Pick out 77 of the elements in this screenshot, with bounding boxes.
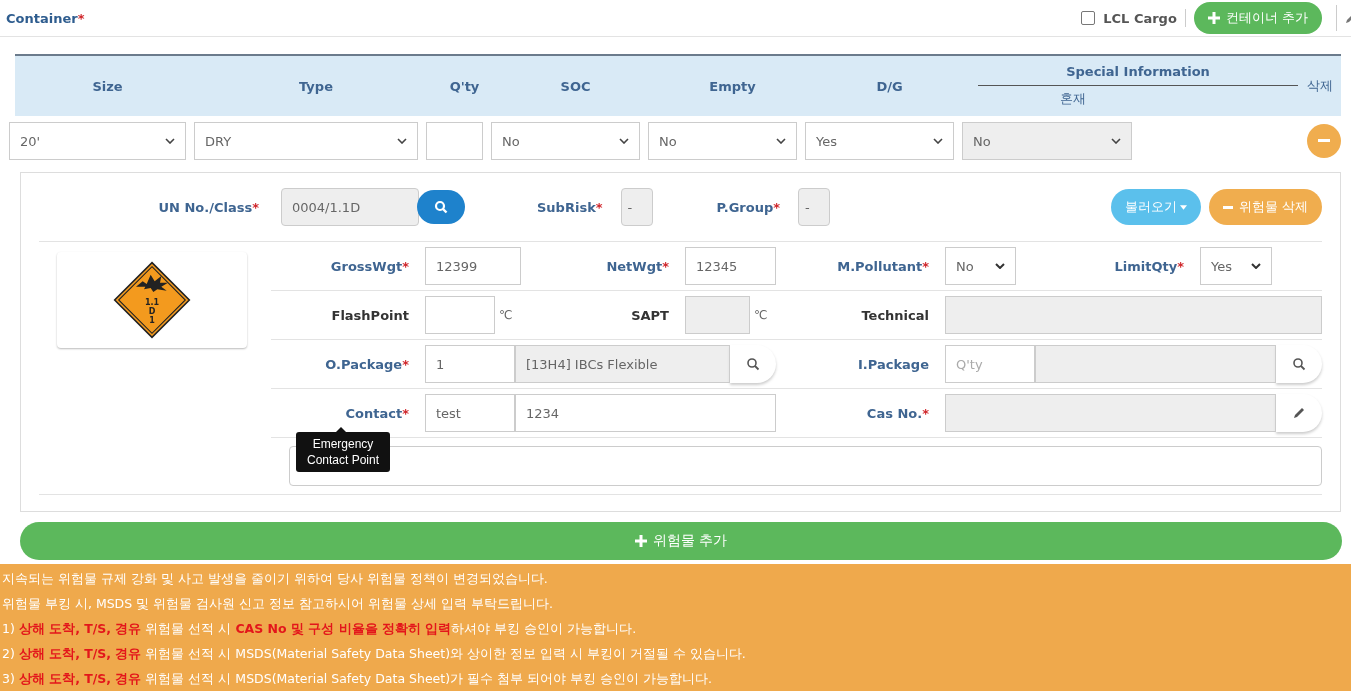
field-label: I.Package — [857, 356, 930, 372]
field-label: GrossWgt* — [329, 258, 410, 274]
plus-icon — [1207, 12, 1220, 24]
search-icon — [434, 200, 448, 214]
chevron-icon — [776, 138, 786, 144]
column-header: Size — [91, 77, 124, 96]
input-field[interactable]: 12345 — [685, 247, 776, 285]
field-label: FlashPoint — [330, 307, 410, 323]
select-field[interactable]: Yes — [1200, 247, 1272, 285]
field-label: SAPT — [630, 307, 670, 323]
column-header: 삭제 — [1305, 77, 1334, 95]
field-label: M.Pollutant* — [836, 258, 930, 274]
field-label: UN No./Class* — [157, 199, 259, 215]
column-header: Special Information — [978, 64, 1298, 86]
placard-text: D — [148, 307, 156, 316]
section-title: Container* — [6, 10, 85, 26]
chevron-icon — [1251, 263, 1261, 269]
input-field[interactable]: - — [798, 188, 831, 226]
select-field[interactable]: No — [491, 122, 640, 160]
checkbox[interactable] — [1081, 11, 1096, 25]
chevron-icon — [933, 138, 943, 144]
input-field[interactable]: test — [425, 394, 515, 432]
input-field[interactable]: 0004/1.1D — [281, 188, 419, 226]
chevron-icon — [995, 263, 1005, 269]
input-field[interactable] — [426, 122, 483, 160]
chevron-icon — [1111, 138, 1121, 144]
column-header: SOC — [559, 77, 592, 96]
edit-button[interactable] — [1276, 394, 1322, 432]
input-field[interactable]: 1234 — [515, 394, 776, 432]
notice-text: 위험물 부킹 시, MSDS 및 위험물 검사원 신고 정보 참고하시어 위험물 상세 입력 부탁드립니다. — [2, 595, 554, 613]
search-button[interactable] — [1276, 345, 1322, 383]
plus-icon — [634, 535, 647, 547]
chevron-icon — [397, 138, 407, 144]
field-label: Contact* — [344, 405, 410, 421]
field-label: SubRisk* — [537, 199, 603, 215]
column-header: 혼재 — [1060, 90, 1086, 108]
placard-text: 1 — [149, 316, 155, 325]
select-field[interactable]: 20' — [9, 122, 186, 160]
column-header: Q'ty — [448, 77, 481, 96]
notice-text: 3) 상해 도착, T/S, 경유 위험물 선적 시 MSDS(Material Safety Data Sheet)가 필수 첨부 되어야 부킹 승인이 가능합니다. — [2, 670, 713, 688]
notice-text: 1) 상해 도착, T/S, 경유 위험물 선적 시 CAS No 및 구성 비율을 정확히 입력하셔야 부킹 승인이 가능합니다. — [2, 620, 638, 638]
field-label: Technical — [860, 307, 930, 323]
chevron-icon — [165, 138, 175, 144]
tooltip-pointer — [336, 427, 346, 432]
select-field[interactable]: Yes — [805, 122, 954, 160]
input-field[interactable] — [425, 296, 495, 334]
minus-icon — [1222, 205, 1233, 209]
notice-text: 지속되는 위험물 규제 강화 및 사고 발생을 줄이기 위하여 당사 위험물 정책이 변경되었습니다. — [2, 570, 549, 588]
field-label: LimitQty* — [1113, 258, 1185, 274]
placard-text: 1.1 — [144, 298, 160, 307]
select-field[interactable]: DRY — [194, 122, 418, 160]
tooltip: Emergency Contact Point — [296, 432, 390, 472]
remove-button[interactable] — [1307, 124, 1341, 158]
input-field[interactable]: - — [620, 188, 653, 226]
input-field[interactable]: 12399 — [425, 247, 521, 285]
pencil-icon — [1292, 406, 1306, 420]
column-header: D/G — [875, 77, 904, 96]
checkbox-label: LCL Cargo — [1103, 10, 1177, 26]
notice-text: 2) 상해 도착, T/S, 경유 위험물 선적 시 MSDS(Material Safety Data Sheet)와 상이한 정보 입력 시 부킹이 거절될 수 있습니다. — [2, 645, 747, 663]
field-label: NetWgt* — [605, 258, 670, 274]
select-field[interactable]: No — [945, 247, 1016, 285]
column-header: Empty — [708, 77, 757, 96]
column-header: Type — [298, 77, 334, 96]
search-icon — [746, 357, 760, 371]
input-field[interactable]: 1 — [425, 345, 515, 383]
select-field[interactable]: No — [648, 122, 797, 160]
search-button[interactable] — [417, 190, 465, 224]
field-label: Cas No.* — [865, 405, 930, 421]
field-label: O.Package* — [324, 356, 410, 372]
chevron-icon — [619, 138, 629, 144]
unit-label: ℃ — [753, 308, 769, 322]
field-label: P.Group* — [716, 199, 781, 215]
caret-icon — [1179, 204, 1187, 210]
unit-label: ℃ — [498, 308, 514, 322]
search-button[interactable] — [730, 345, 776, 383]
search-icon — [1292, 357, 1306, 371]
minus-icon — [1318, 139, 1330, 143]
